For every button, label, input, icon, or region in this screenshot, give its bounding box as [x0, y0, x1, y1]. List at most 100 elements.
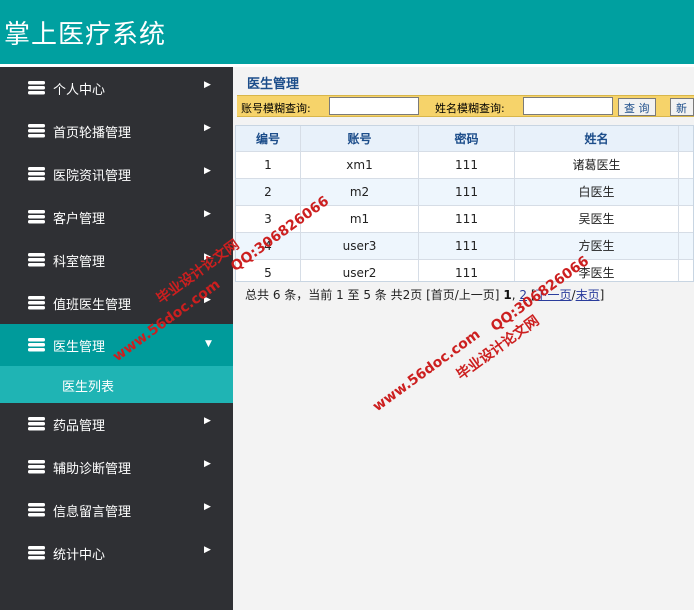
cell-extra: [679, 260, 693, 281]
name-search-input[interactable]: [523, 97, 613, 115]
chevron-down-icon: ▼: [205, 339, 212, 349]
pagination-bracket-close: ]: [599, 288, 605, 302]
sidebar-item-label: 信息留言管理: [53, 505, 132, 520]
sidebar-item-label: 值班医生管理: [53, 298, 132, 313]
chevron-right-icon: ▶: [204, 295, 211, 305]
chevron-right-icon: ▶: [204, 252, 211, 262]
cell-account: user3: [301, 233, 419, 259]
app-header: 掌上医疗系统: [0, 0, 694, 64]
chevron-right-icon: ▶: [204, 209, 211, 219]
sidebar-item-hospital-news[interactable]: 医院资讯管理 ▶: [0, 153, 233, 195]
sidebar-item-carousel[interactable]: 首页轮播管理 ▶: [0, 110, 233, 152]
sidebar-item-label: 医院资讯管理: [53, 169, 132, 184]
name-search-label: 姓名模糊查询:: [435, 102, 505, 115]
database-icon: [28, 296, 45, 310]
cell-password: 111: [419, 260, 515, 281]
table-row[interactable]: 2 m2 111 白医生: [236, 179, 693, 206]
account-search-label: 账号模糊查询:: [241, 102, 311, 115]
database-icon: [28, 81, 45, 95]
doctor-table: 编号 账号 密码 姓名 1 xm1 111 诸葛医生 2 m2 111 白医生 …: [235, 125, 694, 282]
sidebar-item-messages[interactable]: 信息留言管理 ▶: [0, 489, 233, 531]
main-content: 医生管理 账号模糊查询: 姓名模糊查询: 查 询 新 增 编号 账号 密码 姓名…: [233, 67, 694, 610]
add-button[interactable]: 新 增: [670, 98, 694, 116]
cell-name: 白医生: [515, 179, 679, 205]
sidebar-item-doctors[interactable]: 医生管理 ▼: [0, 324, 233, 366]
cell-name: 方医生: [515, 233, 679, 259]
sidebar-item-label: 首页轮播管理: [53, 126, 132, 141]
cell-account: user2: [301, 260, 419, 281]
cell-password: 111: [419, 233, 515, 259]
query-button[interactable]: 查 询: [618, 98, 656, 116]
database-icon: [28, 460, 45, 474]
database-icon: [28, 338, 45, 352]
column-header-id: 编号: [236, 126, 301, 151]
sidebar: 个人中心 ▶ 首页轮播管理 ▶ 医院资讯管理 ▶ 客户管理 ▶ 科室管理 ▶ 值…: [0, 67, 233, 610]
sidebar-item-departments[interactable]: 科室管理 ▶: [0, 239, 233, 281]
cell-password: 111: [419, 206, 515, 232]
account-search-input[interactable]: [329, 97, 419, 115]
cell-name: 李医生: [515, 260, 679, 281]
database-icon: [28, 253, 45, 267]
next-page-link[interactable]: 下一页: [536, 288, 572, 302]
sidebar-item-medicines[interactable]: 药品管理 ▶: [0, 403, 233, 445]
cell-account: m2: [301, 179, 419, 205]
sidebar-item-customers[interactable]: 客户管理 ▶: [0, 196, 233, 238]
sidebar-item-statistics[interactable]: 统计中心 ▶: [0, 532, 233, 574]
chevron-right-icon: ▶: [204, 502, 211, 512]
cell-id: 5: [236, 260, 301, 281]
sidebar-item-label: 个人中心: [53, 83, 106, 98]
table-row[interactable]: 3 m1 111 吴医生: [236, 206, 693, 233]
cell-id: 2: [236, 179, 301, 205]
pagination: 总共 6 条，当前 1 至 5 条 共2页 [首页/上一页] 1, 2 [下一页…: [245, 286, 604, 303]
sidebar-item-label: 科室管理: [53, 255, 106, 270]
chevron-right-icon: ▶: [204, 166, 211, 176]
sidebar-item-label: 统计中心: [53, 548, 106, 563]
page-2-link[interactable]: 2: [519, 288, 527, 302]
cell-password: 111: [419, 152, 515, 178]
chevron-right-icon: ▶: [204, 459, 211, 469]
sidebar-subitem-doctor-list[interactable]: 医生列表: [0, 366, 233, 403]
sidebar-item-personal-center[interactable]: 个人中心 ▶: [0, 67, 233, 109]
column-header-name: 姓名: [515, 126, 679, 151]
first-prev-link[interactable]: [首页/上一页]: [426, 288, 499, 302]
database-icon: [28, 503, 45, 517]
table-row[interactable]: 4 user3 111 方医生: [236, 233, 693, 260]
column-header-password: 密码: [419, 126, 515, 151]
cell-extra: [679, 179, 693, 205]
cell-extra: [679, 152, 693, 178]
sidebar-item-diagnosis[interactable]: 辅助诊断管理 ▶: [0, 446, 233, 488]
table-row[interactable]: 5 user2 111 李医生: [236, 260, 693, 281]
pagination-separator: ,: [511, 288, 516, 302]
cell-password: 111: [419, 179, 515, 205]
app-title: 掌上医疗系统: [4, 20, 167, 50]
chevron-right-icon: ▶: [204, 123, 211, 133]
sidebar-item-label: 药品管理: [53, 419, 106, 434]
cell-account: m1: [301, 206, 419, 232]
table-row[interactable]: 1 xm1 111 诸葛医生: [236, 152, 693, 179]
sidebar-item-label: 医生管理: [53, 340, 106, 355]
last-page-link[interactable]: 末页: [576, 288, 600, 302]
chevron-right-icon: ▶: [204, 545, 211, 555]
cell-name: 吴医生: [515, 206, 679, 232]
cell-id: 1: [236, 152, 301, 178]
current-page: 1: [503, 288, 512, 302]
cell-extra: [679, 206, 693, 232]
chevron-right-icon: ▶: [204, 416, 211, 426]
sidebar-item-label: 辅助诊断管理: [53, 462, 132, 477]
search-bar: 账号模糊查询: 姓名模糊查询: 查 询 新 增: [237, 95, 694, 117]
sidebar-item-duty-doctors[interactable]: 值班医生管理 ▶: [0, 282, 233, 324]
cell-account: xm1: [301, 152, 419, 178]
cell-name: 诸葛医生: [515, 152, 679, 178]
cell-extra: [679, 233, 693, 259]
page-title: 医生管理: [247, 77, 300, 92]
sidebar-item-label: 客户管理: [53, 212, 106, 227]
column-header-extra: [679, 126, 693, 151]
database-icon: [28, 210, 45, 224]
table-header-row: 编号 账号 密码 姓名: [236, 126, 693, 152]
database-icon: [28, 167, 45, 181]
database-icon: [28, 417, 45, 431]
cell-id: 4: [236, 233, 301, 259]
database-icon: [28, 124, 45, 138]
pagination-summary: 总共 6 条，当前 1 至 5 条 共2页: [245, 288, 423, 302]
sidebar-subitem-label: 医生列表: [62, 380, 115, 395]
